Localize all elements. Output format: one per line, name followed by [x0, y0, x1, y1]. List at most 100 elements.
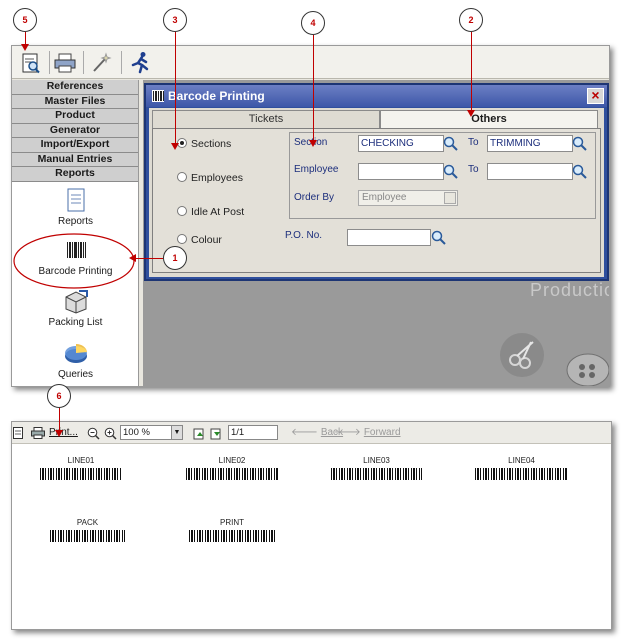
po-input[interactable]: [347, 229, 431, 246]
callout-5: 5: [13, 8, 37, 32]
menu-manual-entries[interactable]: Manual Entries: [12, 152, 138, 167]
callout-arrow: [467, 110, 475, 117]
background-watermark-text: Productio: [529, 280, 610, 300]
chevron-down-icon: ▼: [171, 426, 182, 439]
others-panel: Sections Employees Idle At Post Colour S…: [152, 128, 601, 273]
employee-to-label: To: [468, 164, 479, 175]
report-viewer: Print... 100 % ▼ 1/1 🡐 Back 🡒 Forward LINE0…: [11, 421, 612, 630]
barcode-line01: LINE01: [40, 456, 122, 480]
barcode-bars: [186, 468, 278, 480]
section-from-input[interactable]: CHECKING: [358, 135, 444, 152]
close-button[interactable]: ×: [587, 88, 604, 104]
magic-wand-icon[interactable]: [86, 49, 116, 76]
print-label: Print...: [49, 427, 78, 438]
callout-arrow: [309, 140, 317, 147]
zoom-out-icon[interactable]: [87, 426, 100, 440]
barcode-label: LINE01: [67, 456, 95, 465]
callout-line: [175, 32, 176, 144]
menu-reports[interactable]: Reports: [12, 167, 138, 182]
dialog-title-text: Barcode Printing: [168, 89, 265, 103]
callout-arrow: [129, 254, 136, 262]
callout-3: 3: [163, 8, 187, 32]
menu-product[interactable]: Product: [12, 109, 138, 124]
barcode-bars: [331, 468, 422, 480]
callout-1: 1: [163, 246, 187, 270]
section-from-search-icon[interactable]: [443, 136, 459, 152]
barcode-line02: LINE02: [186, 456, 278, 480]
last-page-icon[interactable]: [210, 426, 223, 440]
po-label: P.O. No.: [285, 230, 323, 241]
filter-group: Section CHECKING To TRIMMING Employee To…: [289, 132, 596, 219]
menu-generator[interactable]: Generator: [12, 123, 138, 138]
barcode-bars: [475, 468, 568, 480]
radio-colour[interactable]: Colour: [177, 234, 222, 246]
po-search-icon[interactable]: [431, 230, 447, 246]
chevron-down-icon: [444, 192, 456, 204]
barcode-bars: [40, 468, 122, 480]
tab-others[interactable]: Others: [380, 110, 598, 128]
barcode-line03: LINE03: [331, 456, 422, 480]
zoom-value: 100 %: [123, 427, 150, 438]
order-by-value: Employee: [362, 192, 407, 203]
dialog-title: Barcode Printing: [146, 85, 607, 107]
order-by-label: Order By: [294, 192, 335, 203]
barcode-label: PRINT: [220, 518, 244, 527]
employee-to-search-icon[interactable]: [572, 164, 588, 180]
forward-label: Forward: [363, 427, 401, 438]
employee-from-search-icon[interactable]: [443, 164, 459, 180]
exit-runner-icon[interactable]: [125, 49, 155, 76]
callout-line: [59, 408, 60, 432]
tool-packing-list[interactable]: Packing List: [12, 288, 139, 328]
section-to-label: To: [468, 137, 479, 148]
radio-idle-at-post[interactable]: Idle At Post: [177, 206, 244, 218]
tool-reports[interactable]: Reports: [12, 187, 139, 227]
callout-line: [313, 35, 314, 141]
tab-tickets[interactable]: Tickets: [152, 110, 380, 128]
barcode-title-icon: [152, 90, 164, 102]
callout-line: [134, 258, 163, 259]
forward-arrow-icon: 🡒: [334, 427, 361, 438]
zoom-select[interactable]: 100 % ▼: [120, 425, 183, 440]
barcode-label: LINE03: [363, 456, 390, 465]
viewer-toolbar: Print... 100 % ▼ 1/1 🡐 Back 🡒 Forward: [12, 422, 611, 444]
package-box-icon: [65, 290, 88, 314]
radio-employees-label: Employees: [191, 172, 243, 184]
radio-idle-at-post-label: Idle At Post: [191, 206, 245, 218]
first-page-icon[interactable]: [193, 426, 206, 440]
menu-master-files[interactable]: Master Files: [12, 94, 138, 109]
page-view-icon[interactable]: [13, 426, 23, 440]
menu-import-export[interactable]: Import/Export: [12, 138, 138, 153]
radio-employees[interactable]: Employees: [177, 172, 243, 184]
section-to-input[interactable]: TRIMMING: [487, 135, 573, 152]
printer-icon[interactable]: [50, 49, 80, 76]
tool-reports-label: Reports: [57, 216, 93, 227]
barcode-label: LINE04: [508, 456, 535, 465]
callout-arrow: [171, 143, 179, 150]
section-to-search-icon[interactable]: [572, 136, 588, 152]
page-input[interactable]: 1/1: [228, 425, 278, 440]
barcode-label: LINE02: [218, 456, 246, 465]
radio-colour-label: Colour: [191, 234, 222, 246]
barcode-print: PRINT: [189, 518, 275, 542]
document-search-icon[interactable]: [16, 49, 46, 76]
report-document-icon: [67, 188, 84, 212]
radio-indicator: [177, 172, 187, 182]
employee-from-input[interactable]: [358, 163, 444, 180]
barcode-label: PACK: [76, 518, 99, 527]
menu-references[interactable]: References: [12, 80, 138, 95]
barcode-line04: LINE04: [475, 456, 568, 480]
barcode-bars: [189, 530, 275, 542]
printer-icon: [31, 427, 45, 439]
callout-2: 2: [459, 8, 483, 32]
radio-sections[interactable]: Sections: [177, 138, 231, 150]
callout-4: 4: [301, 11, 325, 35]
zoom-in-icon[interactable]: [104, 426, 117, 440]
tool-queries[interactable]: Queries: [12, 340, 139, 380]
order-by-select[interactable]: Employee: [358, 190, 458, 206]
employee-to-input[interactable]: [487, 163, 573, 180]
barcode-pack: PACK: [50, 518, 125, 542]
tool-queries-label: Queries: [57, 369, 93, 380]
forward-button[interactable]: 🡒 Forward: [334, 426, 401, 440]
employee-label: Employee: [294, 164, 339, 175]
radio-indicator: [177, 234, 187, 244]
